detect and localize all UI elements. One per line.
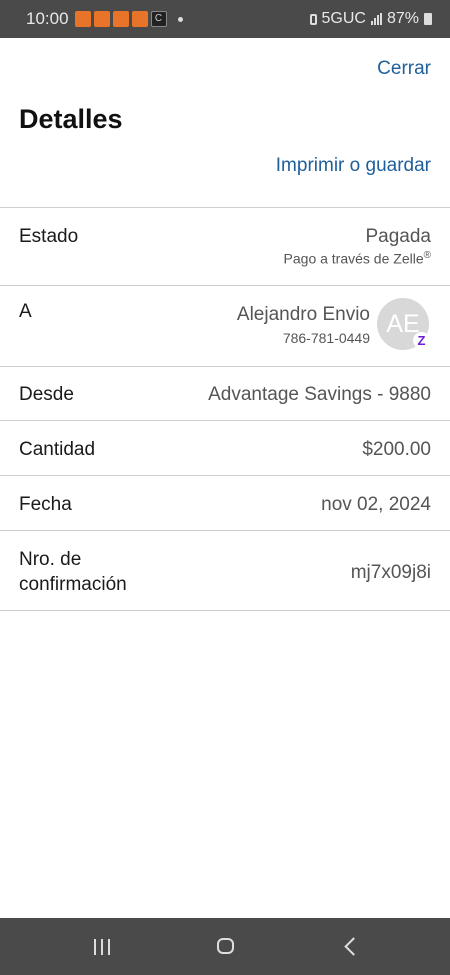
- home-button[interactable]: [186, 918, 266, 975]
- estado-sub: Pago a través de Zelle®: [284, 250, 431, 267]
- fecha-label: Fecha: [19, 494, 72, 515]
- status-time: 10:00: [26, 9, 69, 28]
- news-app-icon: [93, 11, 110, 27]
- battery-icon: [424, 13, 432, 25]
- close-button[interactable]: Cerrar: [377, 58, 431, 80]
- recents-button[interactable]: [60, 918, 140, 975]
- estado-label: Estado: [19, 226, 79, 247]
- zelle-payment-note: Pago a través de Zelle: [283, 250, 424, 267]
- signal-icon: [370, 13, 382, 25]
- cantidad-label: Cantidad: [19, 439, 96, 460]
- news-app-icon: [131, 11, 148, 27]
- back-button[interactable]: [313, 918, 393, 975]
- divider: [0, 610, 450, 611]
- news-app-icon: [74, 11, 91, 27]
- divider: [0, 475, 450, 476]
- battery-saver-icon: [309, 13, 317, 25]
- recipient-phone: 786-781-0449: [282, 330, 370, 346]
- recents-icon: [94, 939, 110, 955]
- print-or-save-button[interactable]: Imprimir o guardar: [276, 155, 431, 177]
- divider: [0, 530, 450, 531]
- desde-value: Advantage Savings - 9880: [208, 384, 431, 405]
- news-app-icon: [112, 11, 129, 27]
- navigation-bar: [0, 918, 450, 975]
- c-app-icon: C: [150, 11, 167, 27]
- confirmation-value: mj7x09j8i: [350, 562, 431, 583]
- recipient-label: A: [19, 301, 32, 322]
- recipient-name: Alejandro Envio: [236, 304, 370, 325]
- divider: [0, 366, 450, 367]
- page-title: Detalles: [19, 104, 123, 134]
- confirmation-label-line-2: confirmación: [19, 574, 127, 595]
- home-icon: [217, 938, 234, 954]
- confirmation-label-line-1: Nro. de: [19, 549, 82, 570]
- registered-mark: ®: [423, 250, 431, 261]
- desde-label: Desde: [19, 384, 74, 405]
- divider: [0, 207, 450, 208]
- battery-percent: 87%: [386, 10, 419, 27]
- status-bar: 10:00 C 5GUC 87%: [0, 0, 450, 38]
- zelle-icon: Z: [413, 332, 430, 349]
- more-notifications-dot-icon: [177, 16, 183, 22]
- fecha-value: nov 02, 2024: [321, 494, 431, 515]
- network-type: 5GUC: [321, 10, 366, 27]
- cantidad-value: $200.00: [362, 439, 431, 460]
- back-icon: [344, 937, 363, 956]
- divider: [0, 285, 450, 286]
- divider: [0, 420, 450, 421]
- estado-value: Pagada: [365, 226, 431, 247]
- status-indicators: 5GUC 87%: [309, 10, 432, 28]
